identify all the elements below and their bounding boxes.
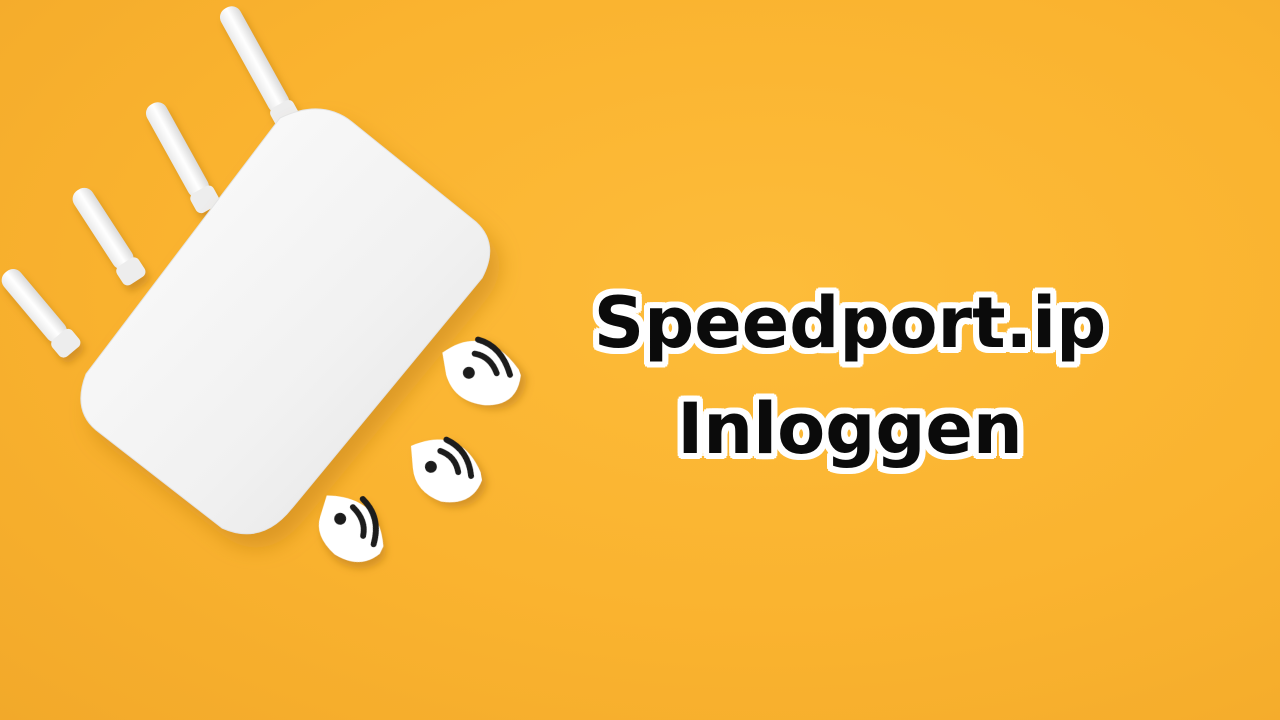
wifi-signal-icon [318, 495, 384, 563]
headline-line-2: Inloggen [677, 388, 1023, 470]
headline: Speedport.ip Inloggen [560, 270, 1140, 482]
antenna [219, 6, 290, 113]
wifi-signal-icon [442, 336, 521, 406]
antenna [145, 102, 209, 198]
antenna [72, 187, 134, 270]
wifi-signal-icon [410, 436, 482, 503]
headline-line-1: Speedport.ip [593, 282, 1107, 364]
